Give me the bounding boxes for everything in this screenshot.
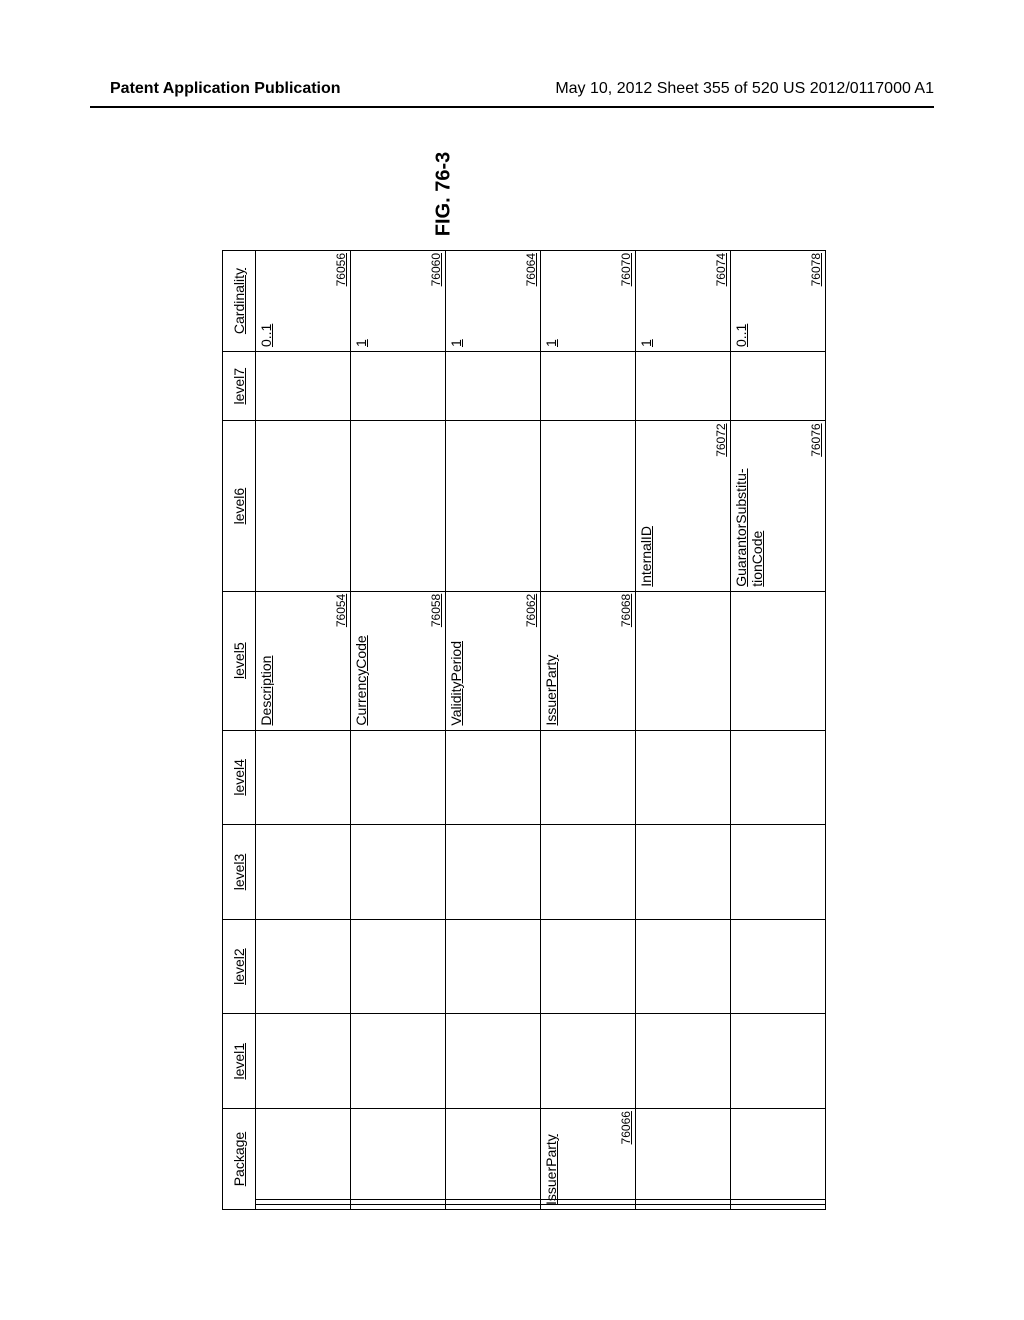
cell-package (731, 1109, 826, 1210)
col-package: Package (223, 1109, 256, 1210)
figure-label: FIG. 76-3 (433, 152, 456, 236)
col-cardinality: Cardinality (223, 251, 256, 352)
cell-level1 (541, 1014, 636, 1109)
cell-level3 (256, 825, 351, 920)
table-row: GuarantorSubstitu-tionCode 76076 0..1 76… (731, 251, 826, 1210)
cell-package (446, 1109, 541, 1210)
header-left: Patent Application Publication (110, 80, 341, 98)
page-header: Patent Application Publication May 10, 2… (0, 80, 1024, 98)
cell-level6 (256, 421, 351, 591)
schema-table: Package level1 level2 level3 level4 leve… (222, 250, 826, 1210)
cell-level4 (446, 730, 541, 825)
cell-package (636, 1109, 731, 1210)
col-level6: level6 (223, 421, 256, 591)
schema-table-container: Package level1 level2 level3 level4 leve… (222, 250, 802, 1210)
cell-level3 (446, 825, 541, 920)
cell-cardinality: 1 76064 (446, 251, 541, 352)
col-level7: level7 (223, 352, 256, 421)
cell-level7 (636, 352, 731, 421)
cell-level5: IssuerParty 76068 (541, 591, 636, 730)
cell-level3 (731, 825, 826, 920)
cell-level7 (541, 352, 636, 421)
cell-level7 (256, 352, 351, 421)
package-stripe-icon (351, 1199, 445, 1209)
cell-level6 (541, 421, 636, 591)
cell-level1 (731, 1014, 826, 1109)
cell-level6: GuarantorSubstitu-tionCode 76076 (731, 421, 826, 591)
col-level3: level3 (223, 825, 256, 920)
cell-cardinality: 1 76074 (636, 251, 731, 352)
table-header-row: Package level1 level2 level3 level4 leve… (223, 251, 256, 1210)
cell-level2 (731, 919, 826, 1014)
table-row: ValidityPeriod 76062 1 76064 (446, 251, 541, 1210)
package-stripe-icon (541, 1199, 635, 1209)
cell-cardinality: 1 76060 (351, 251, 446, 352)
cell-cardinality: 0..1 76056 (256, 251, 351, 352)
cell-level5: ValidityPeriod 76062 (446, 591, 541, 730)
package-stripe-icon (446, 1199, 540, 1209)
cell-level4 (541, 730, 636, 825)
cell-level2 (541, 919, 636, 1014)
cell-level5 (731, 591, 826, 730)
col-level4: level4 (223, 730, 256, 825)
cell-level1 (446, 1014, 541, 1109)
cell-level5: Description 76054 (256, 591, 351, 730)
cell-level7 (446, 352, 541, 421)
cell-cardinality: 0..1 76078 (731, 251, 826, 352)
table-row: IssuerParty 76066 IssuerParty 76068 1 (541, 251, 636, 1210)
cell-level2 (446, 919, 541, 1014)
package-stripe-icon (731, 1199, 825, 1209)
cell-package (351, 1109, 446, 1210)
col-level1: level1 (223, 1014, 256, 1109)
cell-level6 (351, 421, 446, 591)
header-right: May 10, 2012 Sheet 355 of 520 US 2012/01… (555, 80, 934, 98)
cell-package (256, 1109, 351, 1210)
cell-level4 (256, 730, 351, 825)
col-level2: level2 (223, 919, 256, 1014)
cell-level1 (256, 1014, 351, 1109)
package-stripe-icon (256, 1199, 350, 1209)
cell-level5 (636, 591, 731, 730)
cell-level4 (351, 730, 446, 825)
cell-level6 (446, 421, 541, 591)
cell-level3 (541, 825, 636, 920)
cell-level4 (731, 730, 826, 825)
cell-level3 (351, 825, 446, 920)
cell-level7 (351, 352, 446, 421)
cell-level7 (731, 352, 826, 421)
col-level5: level5 (223, 591, 256, 730)
header-rule (90, 106, 934, 108)
table-row: InternalID 76072 1 76074 (636, 251, 731, 1210)
table-row: CurrencyCode 76058 1 76060 (351, 251, 446, 1210)
cell-cardinality: 1 76070 (541, 251, 636, 352)
cell-package: IssuerParty 76066 (541, 1109, 636, 1210)
cell-level4 (636, 730, 731, 825)
cell-level2 (636, 919, 731, 1014)
cell-level1 (636, 1014, 731, 1109)
package-stripe-icon (636, 1199, 730, 1209)
cell-level1 (351, 1014, 446, 1109)
cell-level2 (256, 919, 351, 1014)
cell-level6: InternalID 76072 (636, 421, 731, 591)
cell-level3 (636, 825, 731, 920)
cell-level5: CurrencyCode 76058 (351, 591, 446, 730)
cell-level2 (351, 919, 446, 1014)
table-row: Description 76054 0..1 76056 (256, 251, 351, 1210)
